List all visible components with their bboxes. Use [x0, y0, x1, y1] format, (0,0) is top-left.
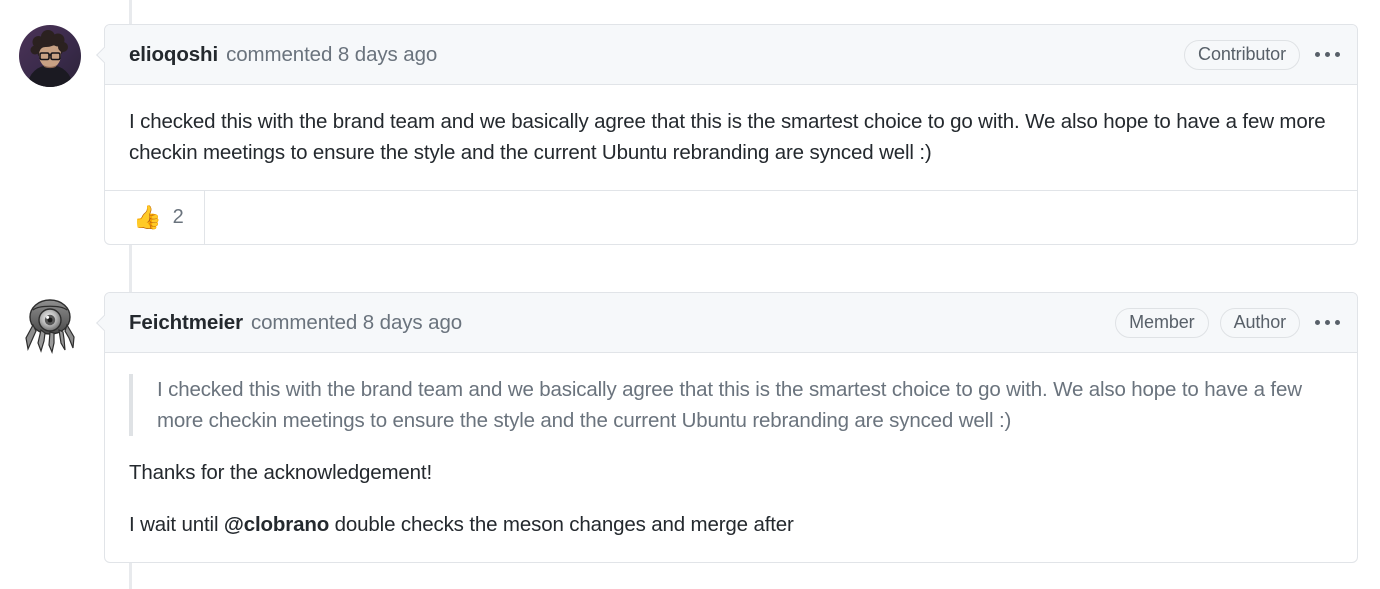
- status-badge-contributor: Contributor: [1184, 39, 1300, 70]
- comment-body: I checked this with the brand team and w…: [105, 353, 1357, 562]
- comment-timestamp: commented 8 days ago: [250, 310, 463, 334]
- comment-caret: [96, 314, 105, 332]
- reaction-bar: 👍 2: [105, 190, 1357, 244]
- comment-body: I checked this with the brand team and w…: [105, 85, 1357, 190]
- status-badge-member: Member: [1115, 307, 1209, 338]
- comment-author[interactable]: Feichtmeier: [129, 311, 243, 335]
- comment-timestamp: commented 8 days ago: [226, 42, 438, 66]
- comment-caret: [96, 46, 105, 64]
- paragraph-text-before: I wait until: [129, 513, 224, 536]
- blockquote-text: I checked this with the brand team and w…: [157, 378, 1302, 432]
- comment-paragraph: I checked this with the brand team and w…: [129, 110, 1326, 164]
- comment-header: Feichtmeier commented 8 days ago Member …: [105, 293, 1357, 353]
- reaction-count: 2: [172, 206, 184, 228]
- comment-author[interactable]: elioqoshi: [129, 43, 218, 67]
- comment-header-actions: Member Author: [1115, 307, 1344, 338]
- kebab-menu-icon[interactable]: [1311, 316, 1344, 329]
- comment-header-actions: Contributor: [1184, 39, 1344, 70]
- comment-box-elioqoshi: elioqoshi commented 8 days ago Contribut…: [104, 24, 1358, 245]
- comment-paragraph-1: Thanks for the acknowledgement!: [129, 461, 433, 484]
- reaction-bar-empty-area: [205, 191, 1357, 244]
- paragraph-text-after: double checks the meson changes and merg…: [329, 513, 794, 536]
- kebab-menu-icon[interactable]: [1311, 48, 1344, 61]
- comment-header: elioqoshi commented 8 days ago Contribut…: [105, 25, 1357, 85]
- user-mention-link[interactable]: @clobrano: [224, 513, 329, 536]
- thumbs-up-emoji: 👍: [133, 204, 162, 230]
- status-badge-author: Author: [1219, 307, 1300, 338]
- avatar-elioqoshi[interactable]: [19, 25, 81, 87]
- avatar-feichtmeier[interactable]: [19, 293, 81, 355]
- comment-paragraph-2: I wait until @clobrano double checks the…: [129, 509, 1333, 540]
- reaction-thumbs-up[interactable]: 👍 2: [105, 191, 205, 244]
- comment-blockquote: I checked this with the brand team and w…: [129, 374, 1333, 436]
- comment-box-feichtmeier: Feichtmeier commented 8 days ago Member …: [104, 292, 1358, 563]
- comment-byline: elioqoshi commented 8 days ago: [129, 43, 1184, 67]
- comment-byline: Feichtmeier commented 8 days ago: [129, 311, 1115, 335]
